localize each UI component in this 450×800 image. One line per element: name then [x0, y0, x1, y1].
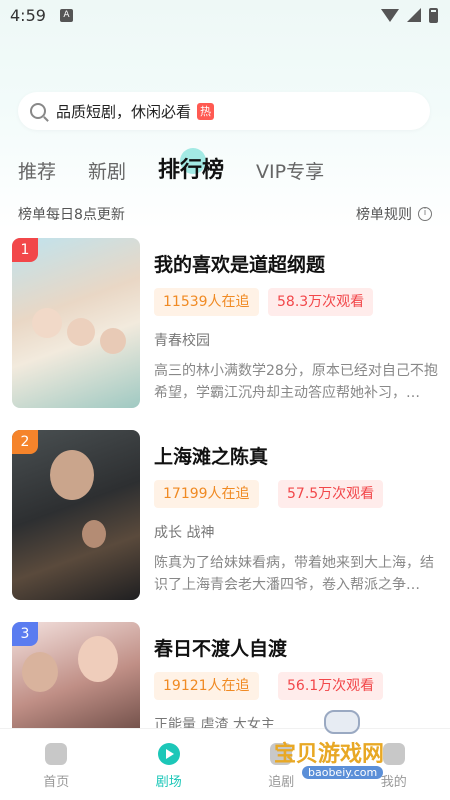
follower-count: 11539人在追 — [154, 288, 259, 316]
rank-badge: 2 — [12, 430, 38, 454]
follower-count: 19121人在追 — [154, 672, 259, 700]
tab-new[interactable]: 新剧 — [88, 157, 126, 192]
rank-badge: 3 — [12, 622, 38, 646]
status-time: 4:59 — [10, 5, 46, 25]
follower-count: 17199人在追 — [154, 480, 259, 508]
drama-title: 我的喜欢是道超纲题 — [154, 254, 326, 276]
drama-cover — [12, 238, 140, 408]
signal-icon — [407, 8, 421, 22]
nav-theater-label: 剧场 — [155, 775, 182, 790]
drama-item[interactable]: 2 上海滩之陈真 17199人在追 57.5万次观看 成长 战神 陈真为了给妹妹… — [12, 430, 442, 602]
nav-theater[interactable]: 剧场 — [113, 729, 226, 800]
site-watermark: 宝贝游戏网 baobeiy.com — [272, 706, 422, 786]
drama-description: 高三的林小满数学28分，原本已经对自己不抱希望，学霸江沉舟却主动答应帮她补习，… — [154, 363, 438, 401]
drama-title: 上海滩之陈真 — [154, 446, 269, 468]
drama-description: 陈真为了给妹妹看病，带着她来到大上海，结识了上海青会老大潘四爷，卷入帮派之争… — [154, 555, 434, 593]
drama-genre: 成长 战神 — [154, 525, 215, 541]
view-count: 57.5万次观看 — [278, 480, 384, 508]
search-placeholder: 品质短剧，休闲必看 — [56, 102, 192, 121]
tab-recommend[interactable]: 推荐 — [18, 157, 56, 192]
drama-item[interactable]: 1 我的喜欢是道超纲题 11539人在追 58.3万次观看 青春校园 高三的林小… — [12, 238, 442, 410]
battery-icon — [429, 7, 438, 23]
drama-cover — [12, 430, 140, 600]
tab-vip[interactable]: VIP专享 — [256, 157, 324, 192]
status-bar: 4:59 A — [0, 0, 450, 30]
home-icon — [45, 743, 68, 765]
nav-home-label: 首页 — [43, 775, 70, 790]
search-icon — [30, 103, 46, 119]
view-count: 56.1万次观看 — [278, 672, 384, 700]
search-bar[interactable]: 品质短剧，休闲必看 热 — [18, 92, 430, 130]
category-tabs: 推荐 新剧 排行榜 VIP专享 — [0, 148, 450, 192]
hot-badge: 热 — [197, 102, 215, 120]
tab-ranking[interactable]: 排行榜 — [158, 148, 224, 192]
drama-title: 春日不渡人自渡 — [154, 638, 288, 660]
rank-badge: 1 — [12, 238, 38, 262]
play-icon — [157, 743, 180, 765]
drama-genre: 青春校园 — [154, 333, 210, 349]
view-count: 58.3万次观看 — [268, 288, 374, 316]
rank-rules-button[interactable]: 榜单规则 i — [356, 204, 432, 224]
watermark-text: 宝贝游戏网 — [274, 742, 385, 767]
info-icon: i — [418, 207, 432, 221]
watermark-url: baobeiy.com — [302, 766, 384, 779]
nav-home[interactable]: 首页 — [0, 729, 113, 800]
gamepad-icon — [324, 710, 360, 734]
rank-header: 榜单每日8点更新 榜单规则 i — [18, 204, 432, 224]
rank-rules-label: 榜单规则 — [356, 207, 412, 223]
notification-a-icon: A — [59, 8, 73, 22]
rank-update-text: 榜单每日8点更新 — [18, 207, 125, 223]
wifi-icon — [381, 8, 399, 22]
